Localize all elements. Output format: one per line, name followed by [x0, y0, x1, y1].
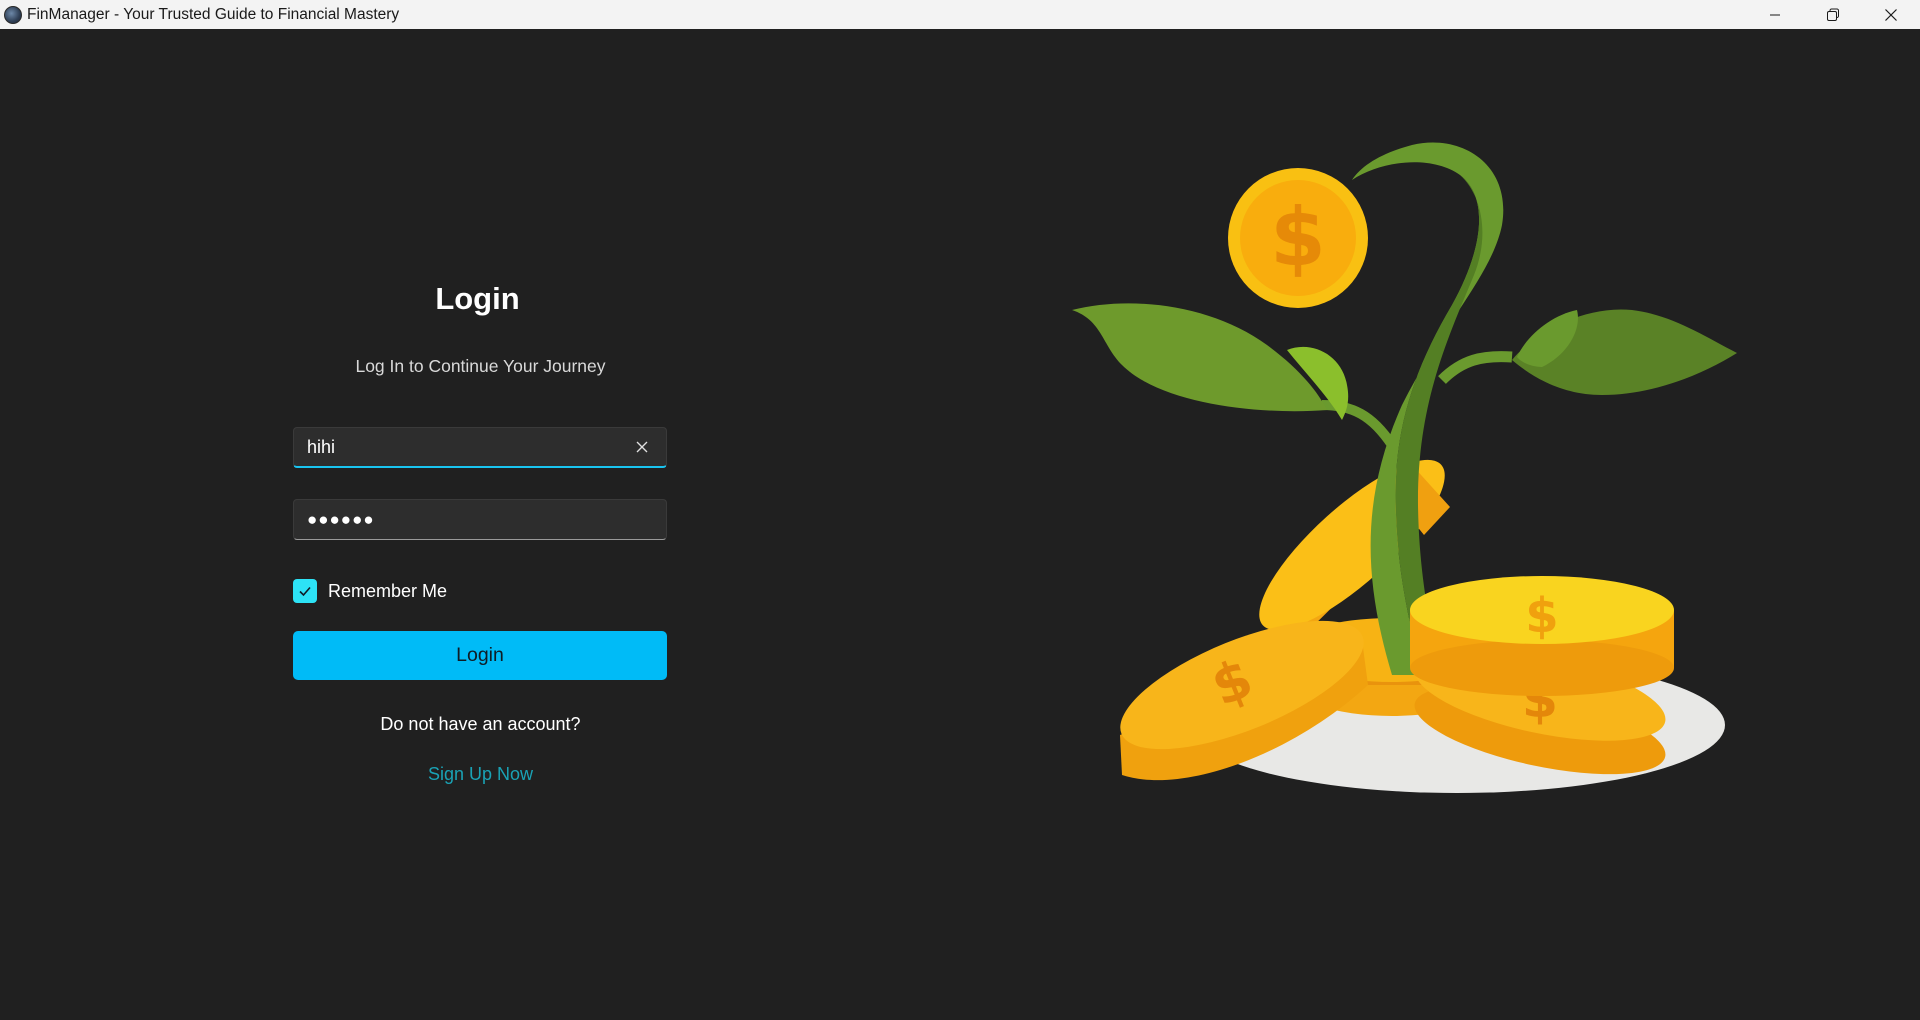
sign-up-link[interactable]: Sign Up Now — [293, 764, 668, 785]
title-bar: FinManager - Your Trusted Guide to Finan… — [0, 0, 1920, 29]
restore-icon — [1827, 8, 1839, 21]
svg-text:$: $ — [1270, 191, 1326, 284]
clear-username-button[interactable] — [631, 436, 653, 458]
window-title: FinManager - Your Trusted Guide to Finan… — [27, 5, 400, 23]
password-value[interactable]: ●●●●●● — [307, 510, 666, 530]
no-account-text: Do not have an account? — [380, 714, 581, 734]
password-field[interactable]: ●●●●●● — [293, 499, 667, 540]
login-subtitle: Log In to Continue Your Journey — [355, 356, 606, 376]
username-value[interactable]: hihi — [307, 437, 631, 458]
minimize-button[interactable] — [1746, 0, 1804, 29]
remember-me-checkbox[interactable] — [293, 579, 317, 603]
close-button[interactable] — [1862, 0, 1920, 29]
minimize-icon — [1770, 14, 1780, 15]
app-logo-icon — [4, 5, 22, 24]
username-field[interactable]: hihi — [293, 427, 667, 468]
clear-icon — [636, 441, 648, 453]
svg-text:$: $ — [1525, 588, 1558, 644]
checkmark-icon — [299, 586, 311, 597]
main-content: Login Log In to Continue Your Journey hi… — [0, 29, 1920, 1020]
login-title: Login — [435, 281, 520, 316]
money-plant-with-coins-illustration: $ $ $ $ — [1072, 142, 1737, 793]
remember-me-label: Remember Me — [328, 580, 448, 601]
remember-me[interactable]: Remember Me — [293, 579, 447, 603]
close-icon — [1885, 8, 1897, 21]
login-button[interactable]: Login — [293, 631, 667, 680]
restore-button[interactable] — [1804, 0, 1862, 29]
window-controls — [1746, 0, 1920, 29]
